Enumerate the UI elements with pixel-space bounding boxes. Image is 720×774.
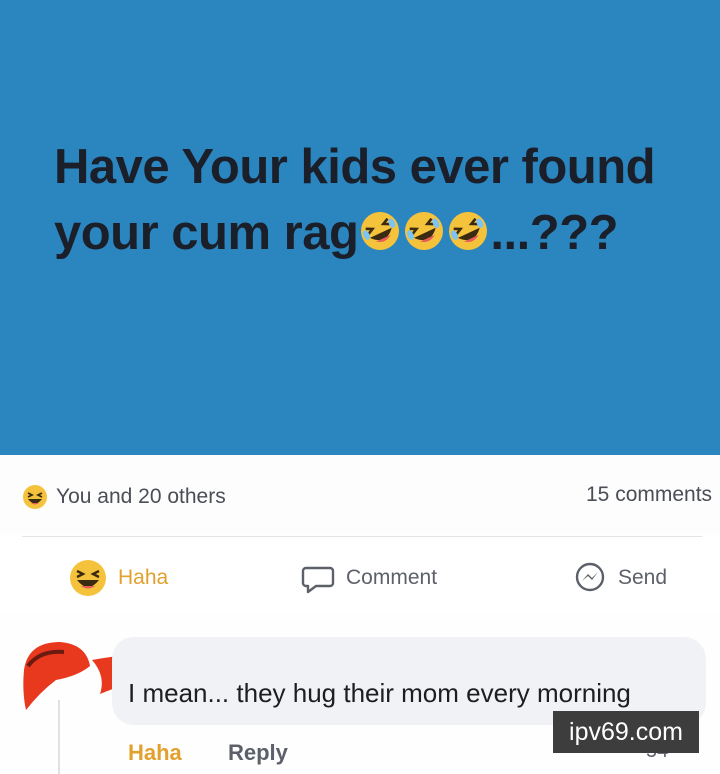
- haha-button[interactable]: Haha: [68, 557, 168, 599]
- avatar[interactable]: [20, 636, 94, 710]
- divider: [22, 536, 702, 537]
- reactions-text: You and 20 others: [56, 485, 226, 508]
- comment-reply-button[interactable]: Reply: [228, 740, 288, 766]
- send-button-label: Send: [618, 566, 668, 589]
- comment-button-label: Comment: [346, 566, 438, 589]
- haha-button-label: Haha: [118, 566, 169, 589]
- post-text-line-1: Have Your kids ever found: [54, 140, 656, 194]
- post-text-line-2-suffix: ...???: [490, 206, 619, 260]
- thread-line: [58, 700, 60, 774]
- rofl-emoji-icon: [449, 212, 488, 251]
- messenger-icon: [575, 562, 605, 592]
- comment-button[interactable]: Comment: [300, 557, 437, 599]
- post-image[interactable]: Have Your kids ever found your cum rag .…: [0, 0, 720, 455]
- reactions-summary[interactable]: You and 20 others: [22, 483, 226, 511]
- post-text-line-2: your cum rag ...???: [54, 200, 704, 266]
- comment-haha-button[interactable]: Haha: [128, 740, 182, 766]
- watermark: ipv69.com: [553, 711, 699, 753]
- comments-count[interactable]: 15 comments: [586, 483, 712, 507]
- post-text-line-2-prefix: your cum rag: [54, 206, 359, 260]
- comment-icon: [301, 566, 335, 594]
- haha-icon: [70, 560, 106, 596]
- haha-icon: [23, 485, 47, 509]
- post-text: Have Your kids ever found your cum rag .…: [54, 134, 704, 266]
- send-button[interactable]: Send: [572, 557, 667, 599]
- comment-text: I mean... they hug their mom every morni…: [128, 678, 631, 708]
- rofl-emoji-icon: [361, 212, 400, 251]
- rofl-emoji-icon: [405, 212, 444, 251]
